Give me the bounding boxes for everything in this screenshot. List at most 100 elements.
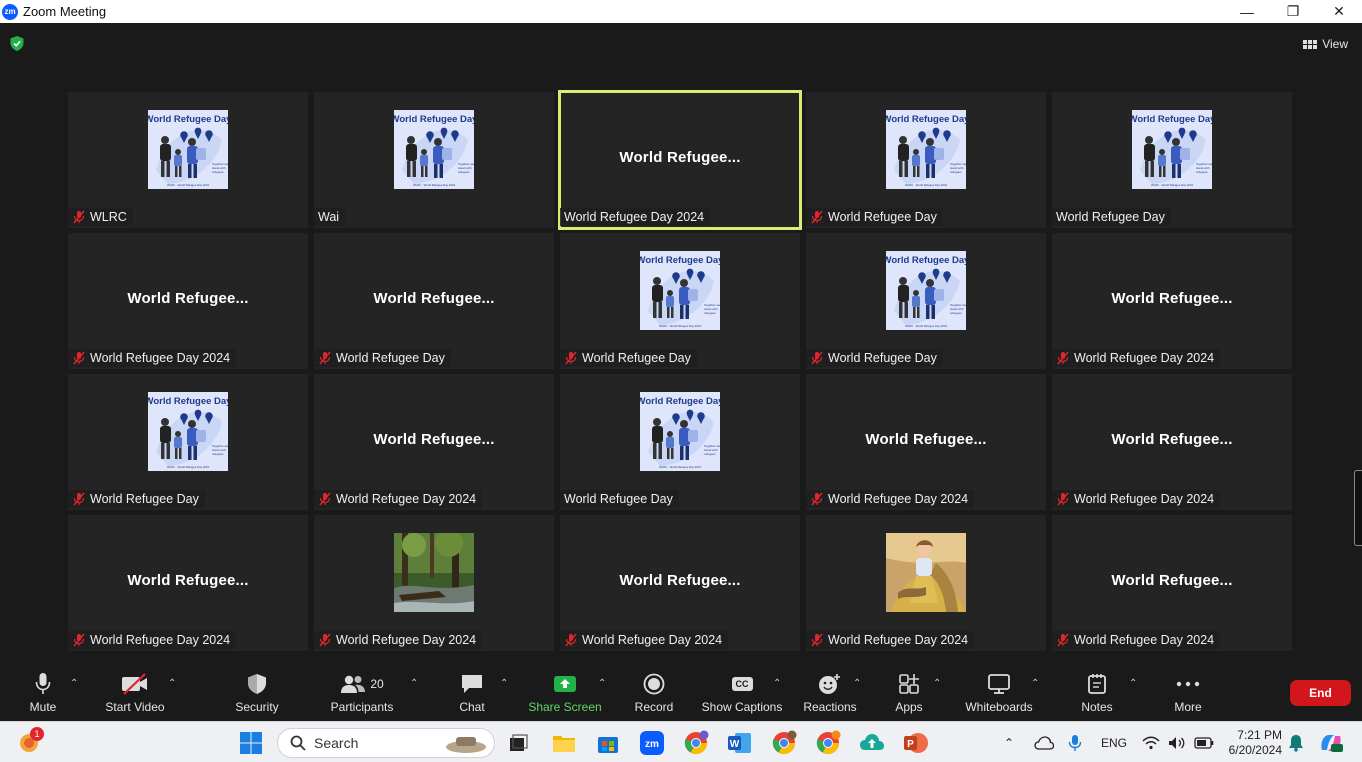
participant-tile[interactable]: World Refugee Day Together we stand with… [68, 374, 308, 510]
share-screen-button[interactable]: Share Screen [528, 670, 602, 714]
start-video-button[interactable]: Start Video [102, 670, 168, 714]
muted-mic-icon [565, 633, 577, 647]
microphone-tray-icon[interactable] [1068, 722, 1082, 762]
apps-button[interactable]: Apps [892, 670, 926, 714]
mute-button[interactable]: Mute [22, 670, 64, 714]
participant-tile[interactable]: World Refugee... World Refugee Day 2024 [1052, 374, 1292, 510]
participant-name-tag: World Refugee Day 2024 [806, 490, 975, 508]
svg-text:World Refugee Day: World Refugee Day [148, 396, 228, 407]
window-title: Zoom Meeting [23, 4, 107, 19]
participant-name-tag: World Refugee Day [560, 490, 679, 508]
participant-tile[interactable]: World Refugee Day 2024 [806, 515, 1046, 651]
notification-bell-icon[interactable] [1288, 722, 1304, 762]
clock-date: 6/20/2024 [1228, 743, 1282, 757]
video-options-caret-icon[interactable]: ⌃ [168, 678, 176, 689]
taskbar-search-input[interactable]: Search [277, 728, 495, 758]
notes-button[interactable]: Notes [1078, 670, 1116, 714]
chat-options-caret-icon[interactable]: ⌃ [500, 678, 508, 689]
participant-name: World Refugee Day 2024 [828, 633, 969, 647]
close-button[interactable]: ✕ [1316, 0, 1362, 23]
reactions-options-caret-icon[interactable]: ⌃ [853, 678, 861, 689]
show-captions-button[interactable]: CC Show Captions [702, 670, 782, 714]
participant-name: World Refugee Day [828, 351, 937, 365]
share-options-caret-icon[interactable]: ⌃ [598, 678, 606, 689]
zoom-taskbar-icon[interactable]: zm [639, 730, 665, 756]
reactions-button[interactable]: Reactions [802, 670, 858, 714]
participant-tile[interactable]: World Refugee... World Refugee Day 2024 [68, 515, 308, 651]
participant-tile[interactable]: World Refugee... World Refugee Day 2024 [1052, 233, 1292, 369]
captions-options-caret-icon[interactable]: ⌃ [773, 678, 781, 689]
taskbar-clock[interactable]: 7:21 PM 6/20/2024 [1222, 728, 1282, 758]
participant-name-tag: World Refugee Day [806, 349, 943, 367]
file-explorer-icon[interactable] [551, 730, 577, 756]
participant-tile[interactable]: World Refugee Day 2024 [314, 515, 554, 651]
participant-tile[interactable]: World Refugee Day Together we stand with… [560, 374, 800, 510]
task-view-icon[interactable] [505, 730, 531, 756]
participant-tile[interactable]: World Refugee Day Together we stand with… [806, 233, 1046, 369]
windows-start-icon[interactable] [238, 730, 264, 756]
participant-tile[interactable]: World Refugee... World Refugee Day 2024 [314, 374, 554, 510]
chat-button[interactable]: Chat [456, 670, 488, 714]
participant-name: World Refugee Day 2024 [1074, 351, 1215, 365]
chrome-profile-w-icon[interactable] [683, 730, 709, 756]
participant-display-name-large: World Refugee... [619, 571, 741, 589]
participant-tile[interactable]: World Refugee Day Together we stand with… [68, 92, 308, 228]
onedrive-icon[interactable] [1034, 722, 1054, 762]
minimize-button[interactable]: — [1224, 0, 1270, 23]
participant-tile[interactable]: World Refugee... World Refugee Day 2024 [806, 374, 1046, 510]
participant-tile[interactable]: World Refugee Day Together we stand with… [314, 92, 554, 228]
end-meeting-button[interactable]: End [1290, 680, 1351, 706]
chrome-profile-y-icon[interactable] [815, 730, 841, 756]
participant-tile[interactable]: World Refugee Day Together we stand with… [806, 92, 1046, 228]
svg-text:World Refugee Day: World Refugee Day [394, 114, 474, 125]
participants-options-caret-icon[interactable]: ⌃ [410, 678, 418, 689]
whiteboards-options-caret-icon[interactable]: ⌃ [1031, 678, 1039, 689]
world-refugee-day-avatar-image: World Refugee Day Together we stand with… [145, 109, 232, 189]
show-hidden-icons-icon[interactable]: ⌃ [1004, 722, 1014, 762]
chrome-profile-avatar-icon[interactable] [771, 730, 797, 756]
notes-icon [1087, 670, 1107, 698]
svg-text:P: P [907, 739, 914, 750]
muted-mic-icon [811, 210, 823, 224]
encryption-shield-icon[interactable] [10, 36, 24, 51]
notes-options-caret-icon[interactable]: ⌃ [1129, 678, 1137, 689]
apps-options-caret-icon[interactable]: ⌃ [933, 678, 941, 689]
cloud-upload-icon[interactable] [859, 730, 885, 756]
microsoft-store-icon[interactable] [595, 730, 621, 756]
participant-tile[interactable]: World Refugee... World Refugee Day [314, 233, 554, 369]
view-button[interactable]: View [1303, 34, 1348, 54]
record-button[interactable]: Record [634, 670, 674, 714]
participant-name: World Refugee Day 2024 [90, 633, 231, 647]
participant-name: World Refugee Day 2024 [582, 633, 723, 647]
microsoft-word-icon[interactable]: W [727, 730, 753, 756]
powerpoint-icon[interactable]: P [903, 730, 929, 756]
maximize-button[interactable]: ❐ [1270, 0, 1316, 23]
world-refugee-day-avatar-image: World Refugee Day Together we stand with… [637, 391, 724, 471]
gallery-next-page-handle[interactable] [1354, 470, 1362, 546]
participant-tile[interactable]: World Refugee Day Together we stand with… [560, 233, 800, 369]
participant-tile[interactable]: World Refugee... World Refugee Day 2024 [68, 233, 308, 369]
participant-name-tag: World Refugee Day 2024 [314, 631, 483, 649]
participant-tile[interactable]: World Refugee Day Together we stand with… [1052, 92, 1292, 228]
world-refugee-day-avatar-image: World Refugee Day Together we stand with… [145, 391, 232, 471]
participant-display-name-large: World Refugee... [619, 148, 741, 166]
whiteboards-button[interactable]: Whiteboards [962, 670, 1036, 714]
participant-tile[interactable]: World Refugee... World Refugee Day 2024 [1052, 515, 1292, 651]
active-speaker-tile[interactable]: World Refugee... World Refugee Day 2024 [558, 90, 802, 230]
copilot-icon[interactable] [1318, 722, 1344, 762]
participant-tile[interactable]: World Refugee... World Refugee Day 2024 [560, 515, 800, 651]
participant-name: World Refugee Day [90, 492, 199, 506]
more-button[interactable]: More [1170, 670, 1206, 714]
svg-text:WLRC · World Refugee Day 2024: WLRC · World Refugee Day 2024 [167, 183, 210, 187]
input-language[interactable]: ENG [1101, 722, 1127, 762]
audio-options-caret-icon[interactable]: ⌃ [70, 678, 78, 689]
participant-name-tag: World Refugee Day 2024 [560, 631, 729, 649]
search-highlight-image-icon [446, 737, 486, 753]
security-button[interactable]: Security [234, 670, 280, 714]
quick-settings[interactable] [1142, 722, 1214, 762]
portrait-avatar-image [886, 532, 966, 612]
participants-button[interactable]: 20 Participants [330, 670, 394, 714]
participant-name: World Refugee Day [564, 492, 673, 506]
participant-display-name-large: World Refugee... [1111, 289, 1233, 307]
participant-display-name-large: World Refugee... [373, 289, 495, 307]
